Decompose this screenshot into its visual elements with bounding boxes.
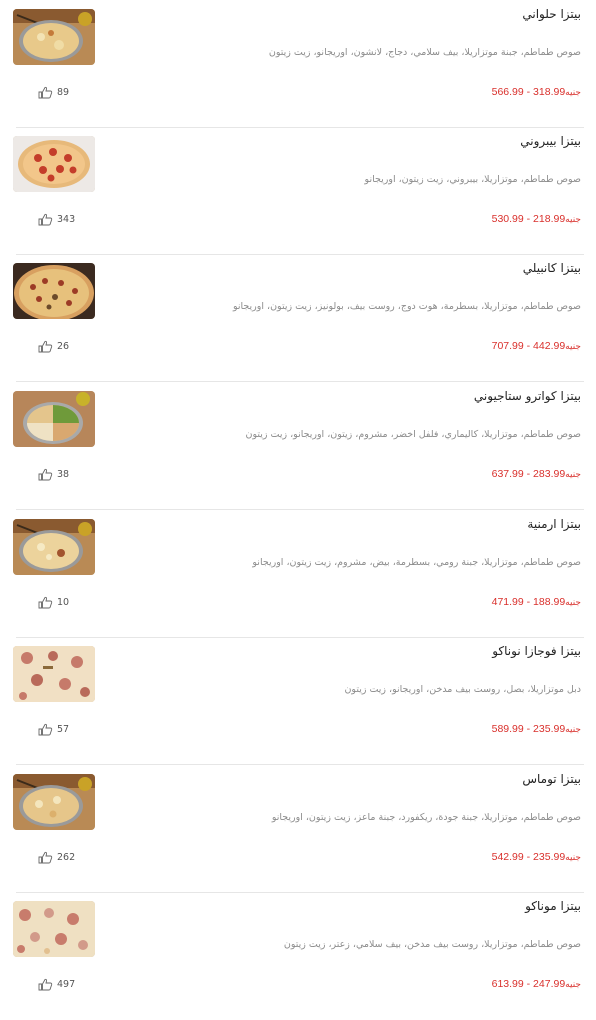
price-range: 637.99 - 283.99 (491, 468, 566, 480)
item-price: 707.99 - 442.99جنيه (492, 340, 581, 352)
menu-item[interactable]: 89 بيتزا حلواني صوص طماطم، جبنة موتزاريل… (0, 0, 596, 128)
price-range: 542.99 - 235.99 (491, 851, 566, 863)
likes-counter[interactable]: 10 (38, 594, 69, 610)
item-title[interactable]: بيتزا موناكو (525, 899, 581, 913)
likes-count: 89 (57, 86, 70, 98)
menu-item[interactable]: 343 بيتزا بيبروني صوص طماطم، موتزاريلا، … (0, 127, 596, 255)
price-range: 613.99 - 247.99 (491, 978, 566, 990)
currency-label: جنيه (565, 469, 581, 479)
pizza-photo-icon (13, 646, 95, 702)
pizza-image[interactable] (13, 9, 95, 65)
item-title[interactable]: بيتزا كانبيلي (523, 261, 581, 275)
menu-item[interactable]: 38 بيتزا كواترو ستاجيوني صوص طماطم، موتز… (0, 382, 596, 510)
pizza-photo-icon (13, 391, 95, 447)
item-price: 530.99 - 218.99جنيه (492, 213, 581, 225)
menu-item[interactable]: 10 بيتزا ارمنية صوص طماطم، موتزاريلا، جب… (0, 510, 596, 638)
menu-item[interactable]: 57 بيتزا فوجازا نوناكو دبل موتزاريلا، بص… (0, 637, 596, 765)
pizza-image[interactable] (13, 901, 95, 957)
pizza-photo-icon (13, 263, 95, 319)
likes-counter[interactable]: 262 (38, 849, 75, 865)
pizza-photo-icon (13, 519, 95, 575)
item-price: 613.99 - 247.99جنيه (492, 978, 581, 990)
thumbs-up-icon (38, 340, 53, 352)
pizza-image[interactable] (13, 136, 95, 192)
currency-label: جنيه (565, 87, 581, 97)
item-title[interactable]: بيتزا ارمنية (527, 517, 581, 531)
likes-count: 262 (57, 851, 76, 863)
item-price: 589.99 - 235.99جنيه (492, 723, 581, 735)
menu-list: 89 بيتزا حلواني صوص طماطم، جبنة موتزاريل… (0, 0, 596, 1000)
likes-count: 497 (57, 978, 76, 990)
likes-counter[interactable]: 38 (38, 466, 69, 482)
item-price: 637.99 - 283.99جنيه (492, 468, 581, 480)
price-range: 566.99 - 318.99 (491, 86, 566, 98)
currency-label: جنيه (565, 597, 581, 607)
pizza-photo-icon (13, 9, 95, 65)
price-range: 471.99 - 188.99 (491, 596, 566, 608)
thumbs-up-icon (38, 851, 53, 863)
pizza-image[interactable] (13, 519, 95, 575)
thumbs-up-icon (38, 86, 53, 98)
thumbs-up-icon (38, 723, 53, 735)
item-description: صوص طماطم، موتزاريلا، جبنة رومي، بسطرمة،… (252, 557, 581, 568)
item-price: 542.99 - 235.99جنيه (492, 851, 581, 863)
currency-label: جنيه (565, 341, 581, 351)
pizza-image[interactable] (13, 646, 95, 702)
thumbs-up-icon (38, 468, 53, 480)
item-description: صوص طماطم، موتزاريلا، كاليماري، فلفل اخض… (245, 429, 581, 440)
item-description: صوص طماطم، جبنة موتزاريلا، بيف سلامي، دج… (268, 47, 581, 58)
likes-count: 26 (57, 340, 70, 352)
likes-counter[interactable]: 497 (38, 976, 75, 992)
likes-count: 38 (57, 468, 70, 480)
likes-counter[interactable]: 26 (38, 338, 69, 354)
thumbs-up-icon (38, 596, 53, 608)
item-title[interactable]: بيتزا حلواني (522, 7, 581, 21)
pizza-image[interactable] (13, 774, 95, 830)
pizza-image[interactable] (13, 391, 95, 447)
item-description: دبل موتزاريلا، بصل، روست بيف مدخن، اوريج… (344, 684, 581, 695)
item-description: صوص طماطم، موتزاريلا، بسطرمة، هوت دوج، ر… (232, 301, 581, 312)
menu-item[interactable]: 497 بيتزا موناكو صوص طماطم، موتزاريلا، ر… (0, 892, 596, 1020)
currency-label: جنيه (565, 724, 581, 734)
item-description: صوص طماطم، موتزاريلا، جبنة جودة، ريكفورد… (271, 812, 581, 823)
price-range: 530.99 - 218.99 (491, 213, 566, 225)
likes-counter[interactable]: 57 (38, 721, 69, 737)
item-title[interactable]: بيتزا توماس (522, 772, 581, 786)
likes-count: 57 (57, 723, 70, 735)
likes-counter[interactable]: 89 (38, 84, 69, 100)
menu-item[interactable]: 262 بيتزا توماس صوص طماطم، موتزاريلا، جب… (0, 765, 596, 893)
currency-label: جنيه (565, 979, 581, 989)
menu-item[interactable]: 26 بيتزا كانبيلي صوص طماطم، موتزاريلا، ب… (0, 254, 596, 382)
item-title[interactable]: بيتزا بيبروني (520, 134, 581, 148)
item-title[interactable]: بيتزا فوجازا نوناكو (492, 644, 581, 658)
item-price: 471.99 - 188.99جنيه (492, 596, 581, 608)
pizza-photo-icon (13, 136, 95, 192)
price-range: 707.99 - 442.99 (491, 340, 566, 352)
currency-label: جنيه (565, 852, 581, 862)
thumbs-up-icon (38, 978, 53, 990)
item-description: صوص طماطم، موتزاريلا، روست بيف مدخن، بيف… (283, 939, 581, 950)
item-description: صوص طماطم، موتزاريلا، بيبروني، زيت زيتون… (364, 174, 581, 185)
item-price: 566.99 - 318.99جنيه (492, 86, 581, 98)
likes-count: 343 (57, 213, 76, 225)
likes-counter[interactable]: 343 (38, 211, 75, 227)
item-title[interactable]: بيتزا كواترو ستاجيوني (474, 389, 581, 403)
thumbs-up-icon (38, 213, 53, 225)
likes-count: 10 (57, 596, 70, 608)
currency-label: جنيه (565, 214, 581, 224)
pizza-photo-icon (13, 901, 95, 957)
pizza-image[interactable] (13, 263, 95, 319)
price-range: 589.99 - 235.99 (491, 723, 566, 735)
pizza-photo-icon (13, 774, 95, 830)
